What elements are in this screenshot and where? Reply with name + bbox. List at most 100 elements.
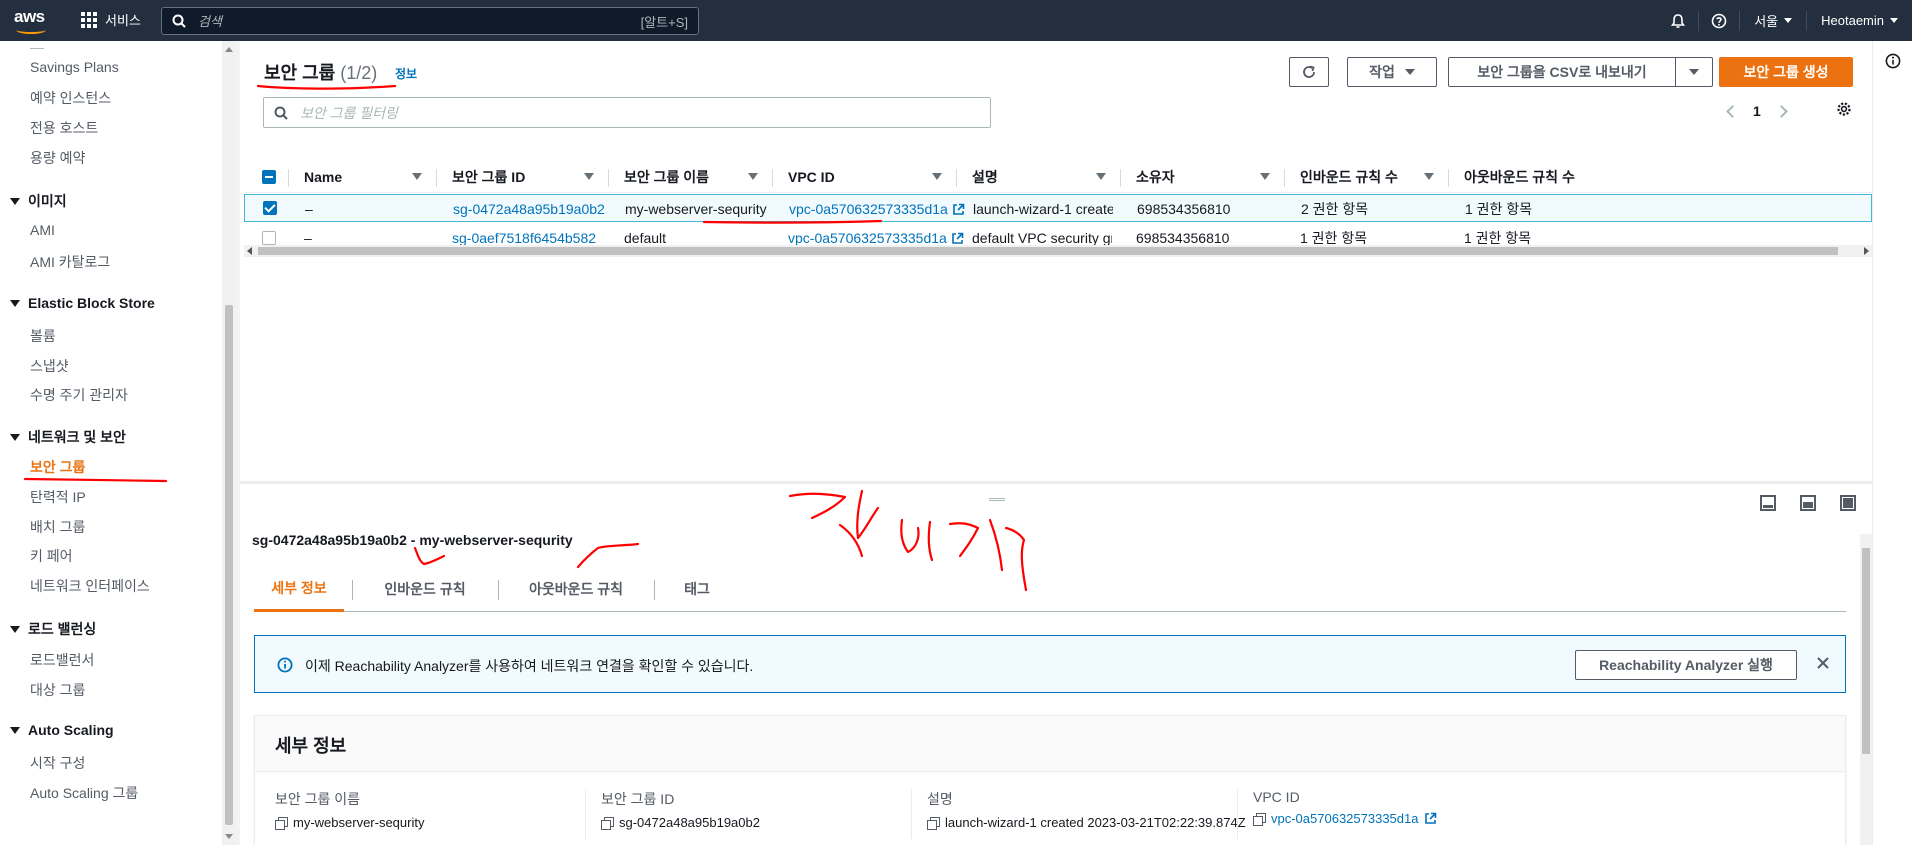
current-page[interactable]: 1 [1753, 103, 1761, 119]
cell-owner: 698534356810 [1137, 201, 1231, 217]
sidebar-item-network-interfaces[interactable]: 네트워크 인터페이스 [30, 576, 150, 596]
sidebar-section-ebs[interactable]: Elastic Block Store [10, 295, 155, 311]
run-reachability-analyzer-button[interactable]: Reachability Analyzer 실행 [1575, 650, 1797, 680]
caret-down-icon [10, 197, 20, 205]
help-icon[interactable] [1699, 0, 1739, 41]
copy-icon[interactable] [601, 816, 614, 830]
sidebar-item-key-pairs[interactable]: 키 페어 [30, 546, 73, 566]
sidebar-section-network-security[interactable]: 네트워크 및 보안 [10, 427, 126, 447]
sidebar-item-dedicated-hosts[interactable]: 전용 호스트 [30, 118, 98, 138]
scrollbar-thumb[interactable] [1862, 548, 1870, 754]
copy-icon[interactable] [1253, 812, 1266, 826]
cell-description: launch-wizard-1 create… [973, 201, 1113, 217]
sort-caret-icon [584, 173, 594, 180]
scroll-right-arrow[interactable] [1864, 247, 1869, 255]
sidebar-item-load-balancers[interactable]: 로드밸런서 [30, 650, 94, 670]
table-horizontal-scrollbar[interactable] [244, 245, 1872, 257]
select-all-checkbox[interactable] [262, 170, 276, 184]
tab-outbound-rules[interactable]: 아웃바운드 규칙 [506, 566, 646, 612]
sidebar-scrollbar[interactable] [222, 41, 236, 845]
title-text: 보안 그룹 [264, 63, 336, 83]
sidebar-section-images[interactable]: 이미지 [10, 191, 67, 211]
account-menu[interactable]: Heotaemin [1807, 13, 1912, 28]
cell-vpc-id-link[interactable]: vpc-0a570632573335d1a [789, 195, 965, 223]
column-header-owner[interactable]: 소유자 [1136, 161, 1284, 193]
sidebar-item-elastic-ips[interactable]: 탄력적 IP [30, 487, 86, 507]
filter-input[interactable] [300, 104, 990, 121]
global-search-box[interactable]: [알트+S] [161, 7, 699, 35]
scroll-up-arrow[interactable] [225, 47, 233, 52]
gear-icon[interactable] [1835, 100, 1853, 118]
sidebar-item-target-groups[interactable]: 대상 그룹 [30, 680, 85, 700]
aws-logo[interactable]: aws [14, 7, 50, 35]
column-header-sg-id[interactable]: 보안 그룹 ID [452, 161, 608, 193]
sidebar-item-security-groups[interactable]: 보안 그룹 [30, 457, 85, 477]
scroll-down-arrow[interactable] [225, 834, 233, 839]
actions-dropdown-button[interactable]: 작업 [1347, 57, 1437, 87]
info-link[interactable]: 정보 [395, 65, 417, 82]
sidebar-item-lifecycle-manager[interactable]: 수명 주기 관리자 [30, 385, 128, 405]
export-csv-button[interactable]: 보안 그룹을 CSV로 내보내기 [1448, 57, 1676, 87]
create-security-group-button[interactable]: 보안 그룹 생성 [1719, 57, 1853, 87]
security-group-filter[interactable] [263, 97, 991, 128]
column-header-inbound-rules[interactable]: 인바운드 규칙 수 [1300, 161, 1448, 193]
field-value-link[interactable]: vpc-0a570632573335d1a [1253, 811, 1437, 826]
caret-down-icon [10, 299, 20, 307]
scrollbar-thumb[interactable] [258, 247, 1838, 255]
sidebar-section-auto-scaling[interactable]: Auto Scaling [10, 722, 114, 738]
sidebar-item-capacity-reservations[interactable]: 용량 예약 [30, 148, 85, 168]
column-header-vpc-id[interactable]: VPC ID [788, 161, 956, 193]
row-checkbox[interactable] [262, 231, 276, 245]
notifications-bell-icon[interactable] [1658, 0, 1698, 41]
search-input[interactable] [198, 13, 641, 29]
sidebar-item-partial: — [30, 41, 44, 55]
column-header-sg-name[interactable]: 보안 그룹 이름 [624, 161, 772, 193]
column-header-name[interactable]: Name [304, 161, 436, 193]
detail-title-name: my-webserver-sequrity [419, 532, 573, 548]
sidebar-section-load-balancing[interactable]: 로드 밸런싱 [10, 619, 96, 639]
scroll-left-arrow[interactable] [247, 247, 252, 255]
sidebar-item-savings-plans[interactable]: Savings Plans [30, 59, 119, 75]
field-label: VPC ID [1253, 789, 1300, 805]
column-header-outbound-rules[interactable]: 아웃바운드 규칙 수 [1464, 161, 1612, 193]
sidebar-item-ami-catalog[interactable]: AMI 카탈로그 [30, 252, 110, 272]
tab-inbound-rules[interactable]: 인바운드 규칙 [360, 566, 490, 612]
actions-label: 작업 [1369, 64, 1395, 80]
panel-split-icon[interactable] [1800, 495, 1816, 511]
info-icon[interactable] [1885, 53, 1901, 69]
copy-icon[interactable] [275, 816, 288, 830]
sidebar-item-launch-configurations[interactable]: 시작 구성 [30, 753, 85, 773]
column-label: 보안 그룹 ID [452, 169, 526, 185]
sidebar-item-auto-scaling-groups[interactable]: Auto Scaling 그룹 [30, 783, 138, 803]
next-page-icon[interactable] [1774, 104, 1788, 118]
field-divider [585, 789, 586, 839]
panel-full-icon[interactable] [1840, 495, 1856, 511]
refresh-icon [1303, 65, 1315, 78]
sidebar-item-snapshots[interactable]: 스냅샷 [30, 356, 69, 376]
tab-details[interactable]: 세부 정보 [254, 566, 344, 612]
detail-scrollbar[interactable] [1860, 534, 1872, 845]
services-menu-button[interactable]: 서비스 [81, 10, 141, 29]
previous-page-icon[interactable] [1726, 104, 1739, 118]
region-selector[interactable]: 서울 [1740, 11, 1806, 30]
export-options-dropdown[interactable] [1675, 57, 1713, 87]
row-checkbox[interactable] [263, 201, 277, 215]
sidebar-item-volumes[interactable]: 볼륨 [30, 326, 56, 346]
sidebar-item-placement-groups[interactable]: 배치 그룹 [30, 517, 85, 537]
column-header-description[interactable]: 설명 [972, 161, 1120, 193]
sort-caret-icon [932, 173, 942, 180]
resize-handle-icon[interactable] [989, 498, 1005, 501]
copy-icon[interactable] [927, 816, 940, 830]
table-row[interactable]: – sg-0472a48a95b19a0b2 my-webserver-sequ… [244, 194, 1872, 222]
sort-caret-icon [412, 173, 422, 180]
close-icon[interactable] [1815, 655, 1831, 671]
left-sidebar: — Savings Plans 예약 인스턴스 전용 호스트 용량 예약 이미지… [0, 41, 236, 845]
panel-bottom-icon[interactable] [1760, 495, 1776, 511]
sidebar-item-reserved-instances[interactable]: 예약 인스턴스 [30, 88, 111, 108]
scrollbar-thumb[interactable] [225, 305, 233, 825]
sidebar-item-ami[interactable]: AMI [30, 222, 55, 238]
refresh-button[interactable] [1289, 57, 1329, 87]
cell-sg-id-link[interactable]: sg-0472a48a95b19a0b2 [453, 195, 605, 223]
card-title: 세부 정보 [255, 716, 1845, 772]
tab-tags[interactable]: 태그 [662, 566, 732, 612]
